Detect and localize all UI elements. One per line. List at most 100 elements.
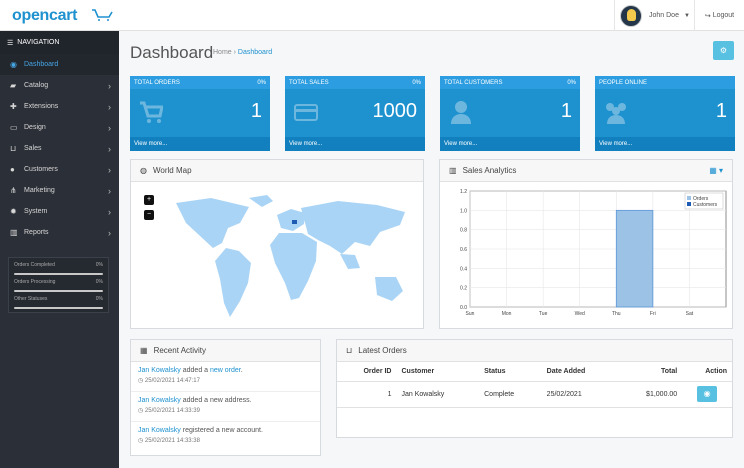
bar-chart-icon: ▥ <box>10 228 18 237</box>
order-link[interactable]: new order <box>210 367 241 374</box>
settings-button[interactable]: ⚙ <box>713 41 734 60</box>
dashboard-icon: ◉ <box>10 60 17 69</box>
chevron-right-icon: › <box>108 227 111 238</box>
panel-title: Latest Orders <box>358 346 407 355</box>
calendar-icon[interactable]: ▦ ▾ <box>709 166 723 175</box>
sidebar: ☰ NAVIGATION ◉ Dashboard ▰ Catalog › ✚ Exten… <box>0 31 119 468</box>
cart-icon <box>140 101 163 123</box>
table-row: 1 Jan Kowalsky Complete 25/02/2021 $1,00… <box>337 381 732 408</box>
gear-icon: ⚙ <box>719 46 728 55</box>
activity-time: ◷ 25/02/2021 14:33:39 <box>138 407 313 414</box>
column-status[interactable]: Status <box>479 362 542 382</box>
sidebar-item-catalog[interactable]: ▰ Catalog › <box>0 75 119 96</box>
breadcrumb-current[interactable]: Dashboard <box>238 49 272 56</box>
y-tick-label: 1.2 <box>460 189 467 195</box>
clock-icon: ◷ <box>138 438 144 444</box>
column-date-added[interactable]: Date Added <box>541 362 618 382</box>
user-menu[interactable]: John Doe ▼ <box>614 0 693 31</box>
gear-icon: ✹ <box>10 207 17 216</box>
clock-icon: ◷ <box>138 408 144 414</box>
progress-bar <box>14 290 103 292</box>
activity-text: registered a new account. <box>180 427 263 434</box>
chevron-right-icon: › <box>108 164 111 175</box>
total-customers-tile: TOTAL CUSTOMERS 0% 1 View more... <box>440 76 580 151</box>
view-more-link[interactable]: View more... <box>285 137 425 151</box>
customer-name: Jan Kowalsky <box>396 381 480 408</box>
navigation-title: NAVIGATION <box>17 39 60 46</box>
order-status-stats: Orders Completed 0% Orders Processing 0% O… <box>8 257 109 313</box>
sidebar-item-sales[interactable]: ⊔ Sales › <box>0 138 119 159</box>
people-online-tile: PEOPLE ONLINE 1 View more... <box>595 76 735 151</box>
stat-label: Orders Completed <box>14 262 55 268</box>
order-date: 25/02/2021 <box>541 381 618 408</box>
view-more-link[interactable]: View more... <box>440 137 580 151</box>
tile-header: TOTAL CUSTOMERS 0% <box>440 76 580 89</box>
tile-header: TOTAL ORDERS 0% <box>130 76 270 89</box>
sidebar-item-label: Reports <box>24 229 49 236</box>
activity-suffix: . <box>240 367 243 374</box>
view-more-link[interactable]: View more... <box>130 137 270 151</box>
y-tick-label: 0.4 <box>460 266 467 272</box>
sidebar-item-customers[interactable]: ● Customers › <box>0 159 119 180</box>
sidebar-item-marketing[interactable]: ⋔ Marketing › <box>0 180 119 201</box>
panel-title: World Map <box>152 166 192 175</box>
cart-icon: ⊔ <box>346 346 353 355</box>
tile-header: PEOPLE ONLINE <box>595 76 735 89</box>
column-customer[interactable]: Customer <box>396 362 480 382</box>
monitor-icon: ▭ <box>10 123 18 132</box>
tile-header: TOTAL SALES 0% <box>285 76 425 89</box>
top-bar: opencart John Doe ▼ ↪ Logout <box>0 0 744 31</box>
chevron-right-icon: › <box>108 122 111 133</box>
user-icon: ● <box>10 165 15 174</box>
customer-link[interactable]: Jan Kowalsky <box>138 367 181 374</box>
sidebar-item-label: Marketing <box>24 187 55 194</box>
recent-activity-panel: ▦ Recent Activity Jan Kowalsky added a ne… <box>130 339 321 456</box>
credit-card-icon <box>294 104 318 121</box>
sidebar-item-design[interactable]: ▭ Design › <box>0 117 119 138</box>
legend-label: Customers <box>693 202 718 208</box>
tile-title: PEOPLE ONLINE <box>599 79 648 86</box>
x-tick-label: Thu <box>612 311 621 317</box>
tile-percent: 0% <box>257 79 266 86</box>
x-tick-label: Mon <box>502 311 512 317</box>
view-more-link[interactable]: View more... <box>595 137 735 151</box>
navigation-header: ☰ NAVIGATION <box>0 31 119 54</box>
order-status: Complete <box>479 381 542 408</box>
users-icon <box>606 103 626 124</box>
logout-button[interactable]: ↪ Logout <box>694 0 744 31</box>
timestamp: 25/02/2021 14:33:39 <box>144 408 200 414</box>
activity-text: added a <box>180 367 210 374</box>
tile-percent: 0% <box>412 79 421 86</box>
chevron-right-icon: › <box>108 206 111 217</box>
customer-link[interactable]: Jan Kowalsky <box>138 397 181 404</box>
breadcrumb-home[interactable]: Home <box>213 49 232 56</box>
sidebar-item-system[interactable]: ✹ System › <box>0 201 119 222</box>
stat-orders-processing: Orders Processing 0% <box>14 279 103 296</box>
chevron-down-icon: ▼ <box>683 12 690 19</box>
opencart-logo[interactable]: opencart <box>12 7 113 25</box>
y-tick-label: 0.2 <box>460 286 467 292</box>
logout-icon: ↪ <box>704 12 711 20</box>
sidebar-item-label: Extensions <box>24 103 59 110</box>
activity-text: added a new address. <box>180 397 252 404</box>
x-tick-label: Sat <box>686 311 694 317</box>
sidebar-item-dashboard[interactable]: ◉ Dashboard <box>0 54 119 75</box>
sidebar-item-label: System <box>24 208 48 215</box>
stat-label: Other Statuses <box>14 296 48 302</box>
main-content: Dashboard Home › Dashboard ⚙ TOTAL ORDER… <box>119 31 744 468</box>
view-order-button[interactable]: ◉ <box>697 386 718 402</box>
customer-link[interactable]: Jan Kowalsky <box>138 427 181 434</box>
sidebar-item-label: Catalog <box>24 82 49 89</box>
column-total[interactable]: Total <box>617 362 683 382</box>
column-order-id[interactable]: Order ID <box>337 362 397 382</box>
eye-icon: ◉ <box>703 389 711 398</box>
x-tick-label: Sun <box>466 311 475 317</box>
breadcrumb: Home › Dashboard <box>213 49 272 56</box>
legend-swatch <box>687 202 691 206</box>
x-tick-label: Wed <box>575 311 585 317</box>
sidebar-item-reports[interactable]: ▥ Reports › <box>0 222 119 243</box>
sidebar-item-extensions[interactable]: ✚ Extensions › <box>0 96 119 117</box>
sidebar-item-label: Dashboard <box>24 61 59 68</box>
world-map[interactable] <box>141 193 425 317</box>
user-icon <box>451 101 471 124</box>
